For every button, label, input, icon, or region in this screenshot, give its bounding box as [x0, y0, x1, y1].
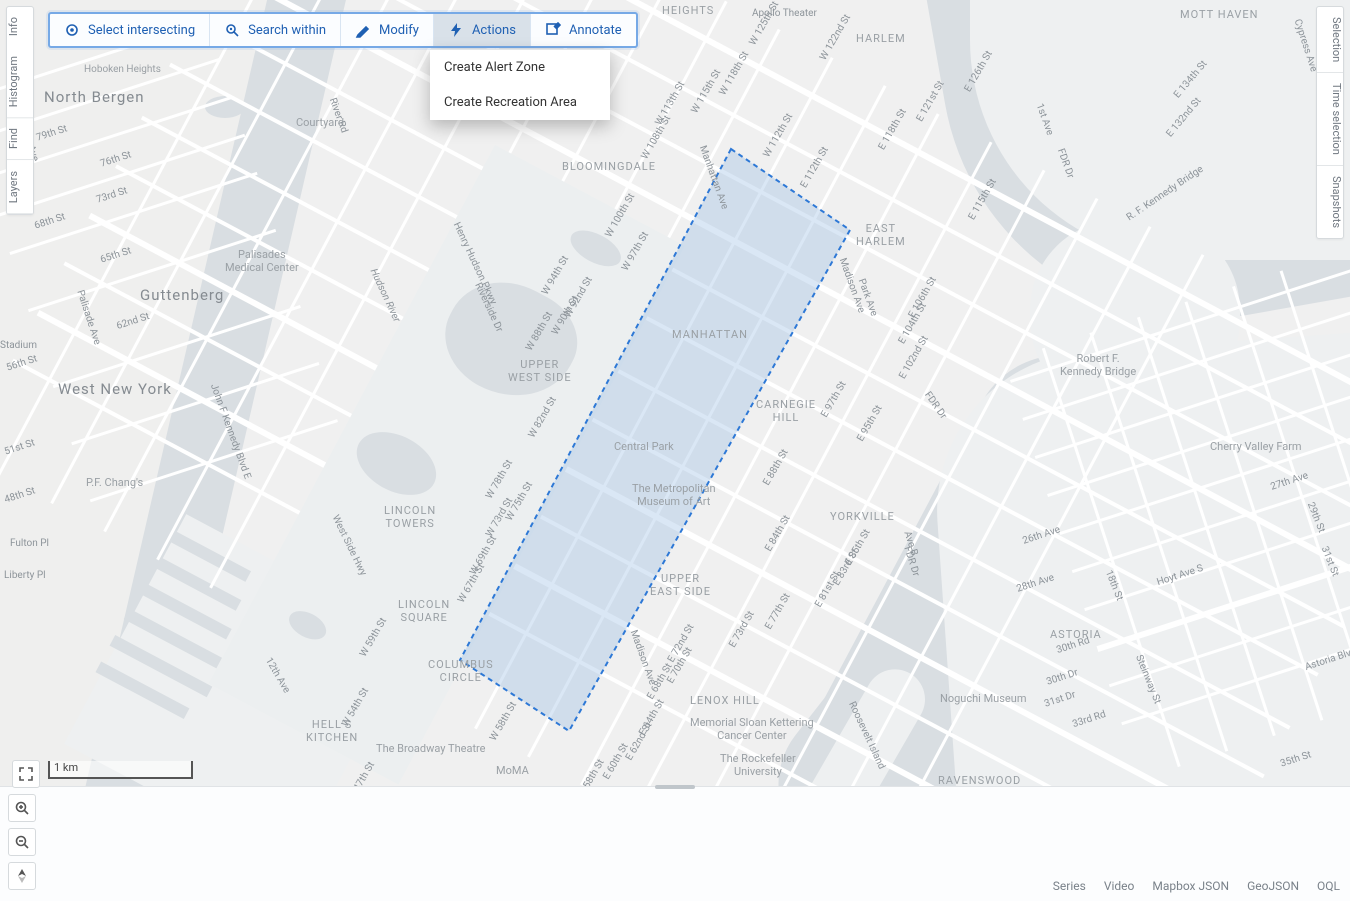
- fullscreen-button[interactable]: [12, 760, 40, 788]
- tab-snapshots[interactable]: Snapshots: [1317, 165, 1343, 238]
- tab-find[interactable]: Find: [7, 118, 33, 160]
- select-intersecting-label: Select intersecting: [88, 23, 195, 38]
- label-fulton: Fulton Pl: [10, 538, 49, 549]
- label-manhattan: MANHATTAN: [672, 328, 748, 341]
- label-msk: Memorial Sloan Kettering Cancer Center: [690, 716, 814, 742]
- select-intersecting-button[interactable]: Select intersecting: [50, 14, 210, 46]
- target-icon: [64, 22, 80, 38]
- zoom-out-button[interactable]: [8, 828, 36, 856]
- left-sidebar-tabs: Info Histogram Find Layers: [6, 6, 34, 215]
- label-rock: The Rockefeller University: [720, 752, 796, 778]
- label-palisades: Palisades Medical Center: [225, 248, 299, 274]
- annotate-icon: [545, 22, 561, 38]
- label-ravenswood: RAVENSWOOD: [938, 774, 1021, 786]
- bottom-links: Series Video Mapbox JSON GeoJSON OQL: [1053, 879, 1340, 893]
- label-lenox: LENOX HILL: [690, 694, 760, 707]
- label-liberty: Liberty Pl: [4, 570, 46, 581]
- label-carnegie: CARNEGIE HILL: [756, 398, 816, 424]
- search-within-icon: [224, 22, 240, 38]
- scale-value: 1 km: [54, 761, 78, 774]
- label-ues: UPPER EAST SIDE: [650, 572, 711, 598]
- selection-toolbar: Select intersecting Search within Modify…: [48, 12, 638, 48]
- map-canvas[interactable]: North Bergen Guttenberg West New York Ho…: [0, 0, 1350, 786]
- label-guttenberg: Guttenberg: [140, 286, 224, 304]
- label-noguchi: Noguchi Museum: [940, 692, 1026, 705]
- label-stadium: Stadium: [0, 340, 37, 351]
- link-series[interactable]: Series: [1053, 879, 1086, 893]
- label-columbus: COLUMBUS CIRCLE: [428, 658, 494, 684]
- label-lincoln-towers: LINCOLN TOWERS: [384, 504, 436, 530]
- label-uws: UPPER WEST SIDE: [508, 358, 572, 384]
- label-broadway: The Broadway Theatre: [376, 742, 486, 755]
- label-heights: HEIGHTS: [662, 4, 714, 17]
- tab-histogram[interactable]: Histogram: [7, 46, 33, 118]
- modify-button[interactable]: Modify: [341, 14, 434, 46]
- link-mapbox-json[interactable]: Mapbox JSON: [1152, 879, 1229, 893]
- link-geojson[interactable]: GeoJSON: [1247, 879, 1299, 893]
- label-pfchangs: P.F. Chang's: [86, 476, 143, 489]
- create-alert-zone-item[interactable]: Create Alert Zone: [430, 50, 610, 85]
- label-bloomingdale: BLOOMINGDALE: [562, 160, 656, 173]
- label-met: The Metropolitan Museum of Art: [632, 482, 716, 508]
- compass-button[interactable]: [8, 862, 36, 890]
- actions-button[interactable]: Actions: [434, 14, 531, 46]
- tab-info[interactable]: Info: [7, 7, 33, 46]
- label-central-park: Central Park: [614, 440, 674, 453]
- drag-handle[interactable]: [655, 785, 695, 789]
- actions-label: Actions: [472, 23, 516, 38]
- search-within-label: Search within: [248, 23, 326, 38]
- create-recreation-area-item[interactable]: Create Recreation Area: [430, 85, 610, 120]
- modify-label: Modify: [379, 23, 419, 38]
- label-yorkville: YORKVILLE: [830, 510, 895, 523]
- bolt-icon: [448, 22, 464, 38]
- label-harlem: HARLEM: [856, 32, 906, 45]
- annotate-label: Annotate: [569, 23, 622, 38]
- zoom-in-button[interactable]: [8, 794, 36, 822]
- label-cherry: Cherry Valley Farm: [1210, 440, 1302, 453]
- label-rfk: Robert F. Kennedy Bridge: [1060, 352, 1136, 378]
- actions-dropdown: Create Alert Zone Create Recreation Area: [430, 49, 610, 120]
- link-oql[interactable]: OQL: [1317, 879, 1340, 893]
- label-wny: West New York: [58, 380, 172, 398]
- bottom-panel: Series Video Mapbox JSON GeoJSON OQL: [0, 786, 1350, 901]
- label-north-bergen: North Bergen: [44, 88, 145, 106]
- pencil-icon: [355, 22, 371, 38]
- right-sidebar-tabs: Selection Time selection Snapshots: [1316, 6, 1344, 239]
- label-hoboken-heights: Hoboken Heights: [84, 64, 161, 75]
- scale-bar: 1 km: [48, 761, 193, 779]
- label-lincoln-sq: LINCOLN SQUARE: [398, 598, 450, 624]
- label-east-harlem: EAST HARLEM: [856, 222, 906, 248]
- tab-layers[interactable]: Layers: [7, 161, 33, 214]
- link-video[interactable]: Video: [1104, 879, 1135, 893]
- tab-selection[interactable]: Selection: [1317, 7, 1343, 72]
- annotate-button[interactable]: Annotate: [531, 14, 636, 46]
- tab-time-selection[interactable]: Time selection: [1317, 72, 1343, 165]
- label-moma: MoMA: [496, 764, 529, 777]
- label-mott: MOTT HAVEN: [1180, 8, 1259, 21]
- search-within-button[interactable]: Search within: [210, 14, 341, 46]
